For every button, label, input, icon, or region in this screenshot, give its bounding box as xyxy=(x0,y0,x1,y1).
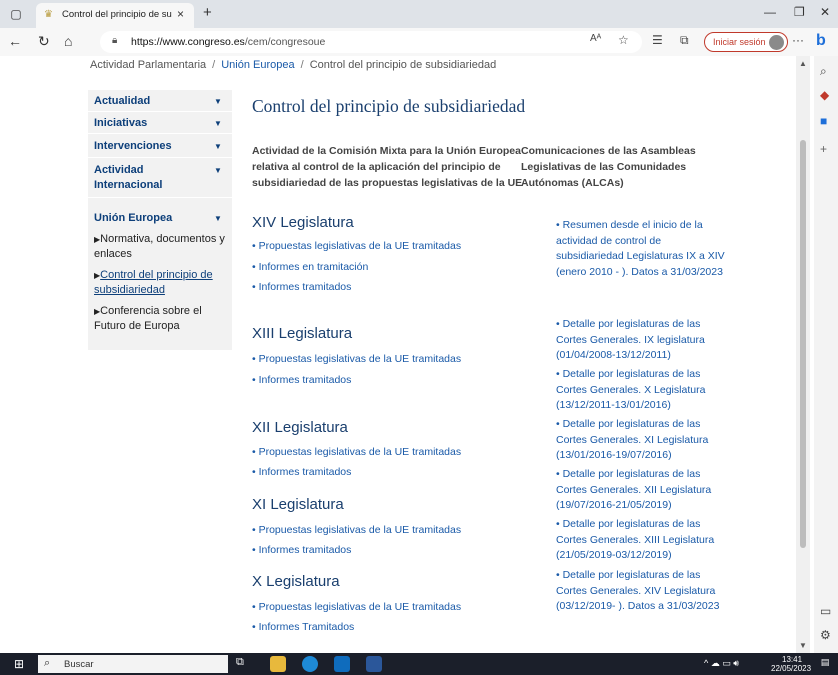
alca-link[interactable]: • Detalle por legislaturas de las Cortes… xyxy=(556,367,726,414)
legislatura-heading: XI Legislatura xyxy=(252,496,344,513)
outlook-icon[interactable]: ■ xyxy=(820,114,827,128)
nav-item-actividad-internacional[interactable]: Actividad Internacional ▼ xyxy=(88,158,232,198)
sidebar-layout-icon[interactable]: ▭ xyxy=(820,604,831,618)
legislatura-link[interactable]: • Informes en tramitación xyxy=(252,261,368,273)
taskbar-search[interactable]: ⌕ Buscar xyxy=(38,655,228,673)
alca-link[interactable]: • Detalle por legislaturas de las Cortes… xyxy=(556,417,726,464)
minimize-icon[interactable]: — xyxy=(764,5,776,19)
nav-item-intervenciones[interactable]: Intervenciones ▼ xyxy=(88,134,232,158)
favorite-star-icon[interactable]: ☆ xyxy=(618,33,629,47)
legislatura-heading: X Legislatura xyxy=(252,573,340,590)
edge-icon[interactable] xyxy=(302,656,318,672)
legislatura-heading: XIV Legislatura xyxy=(252,214,354,231)
legislatura-link[interactable]: • Informes tramitados xyxy=(252,544,351,556)
clock-date[interactable]: 22/05/2023 xyxy=(771,664,811,673)
scroll-down-icon[interactable]: ▼ xyxy=(799,641,807,650)
alcas-heading: Comunicaciones de las Asambleas Legislat… xyxy=(521,145,696,189)
legislatura-link[interactable]: • Propuestas legislativas de la UE trami… xyxy=(252,240,461,252)
congreso-favicon-icon: ♛ xyxy=(44,9,53,20)
breadcrumb: Actividad Parlamentaria / Unión Europea / Co… xyxy=(90,59,497,71)
window-close-icon[interactable]: ✕ xyxy=(820,5,830,19)
search-icon[interactable]: ⌕ xyxy=(820,64,827,79)
sign-in-button[interactable]: Iniciar sesión xyxy=(704,32,788,52)
windows-start-icon[interactable]: ⊞ xyxy=(14,657,24,671)
nav-item-iniciativas[interactable]: Iniciativas ▼ xyxy=(88,112,232,134)
tab-close-button[interactable]: × xyxy=(177,7,184,21)
word-icon[interactable] xyxy=(366,656,382,672)
alca-link[interactable]: • Resumen desde el inicio de la activida… xyxy=(556,218,726,280)
alca-link[interactable]: • Detalle por legislaturas de las Cortes… xyxy=(556,568,726,615)
breadcrumb-current: Control del principio de subsidiariedad xyxy=(309,59,497,71)
subnav-item-subsidiariedad[interactable]: ▶Control del principio de subsidiariedad xyxy=(94,268,228,298)
legislatura-heading: XIII Legislatura xyxy=(252,325,353,342)
browser-tab[interactable]: ♛ Control del principio de subsidia × xyxy=(36,3,194,28)
restore-icon[interactable]: ❐ xyxy=(794,5,805,19)
legislatura-link[interactable]: • Informes tramitados xyxy=(252,466,351,478)
legislatura-link[interactable]: • Propuestas legislativas de la UE trami… xyxy=(252,446,461,458)
windows-taskbar: ⊞ ⌕ Buscar ⧉ ^ ☁ ▭ 🔊︎ 13:41 22/05/2023 ▤ xyxy=(0,653,838,675)
system-tray[interactable]: ^ ☁ ▭ 🔊︎ xyxy=(704,658,739,669)
profile-avatar xyxy=(769,35,784,50)
nav-item-actualidad[interactable]: Actualidad ▼ xyxy=(88,90,232,112)
gear-icon[interactable]: ⚙ xyxy=(820,628,831,642)
collections-icon[interactable]: ⧉ xyxy=(680,33,689,48)
breadcrumb-root[interactable]: Actividad Parlamentaria xyxy=(90,59,206,71)
section-nav: Actualidad ▼ Iniciativas ▼ Intervencione… xyxy=(88,90,232,350)
tab-actions-icon[interactable]: ▢ xyxy=(8,6,24,22)
notification-icon[interactable]: ▤ xyxy=(818,657,832,671)
legislatura-link[interactable]: • Propuestas legislativas de la UE trami… xyxy=(252,353,461,365)
task-view-icon[interactable]: ⧉ xyxy=(236,656,252,672)
legislatura-link[interactable]: • Propuestas legislativas de la UE trami… xyxy=(252,601,461,613)
chevron-down-icon[interactable]: ▼ xyxy=(214,214,222,223)
page-title: Control del principio de subsidiariedad xyxy=(252,96,526,116)
new-tab-button[interactable]: + xyxy=(203,4,212,21)
scroll-up-icon[interactable]: ▲ xyxy=(799,59,807,68)
bing-icon[interactable]: b xyxy=(816,32,834,52)
refresh-icon[interactable]: ↻ xyxy=(38,33,50,49)
favorites-list-icon[interactable]: ☰ xyxy=(652,33,663,47)
chevron-down-icon: ▼ xyxy=(214,119,222,128)
legislatura-link[interactable]: • Informes tramitados xyxy=(252,281,351,293)
alca-link[interactable]: • Detalle por legislaturas de las Cortes… xyxy=(556,317,726,364)
nav-item-union-europea: Unión Europea ▼ ▶Normativa, documentos y… xyxy=(88,198,232,350)
address-bar[interactable]: 🔒︎ https://www.congreso.es/cem/congresou… xyxy=(100,31,642,53)
page-scrollbar[interactable]: ▲ ▼ xyxy=(796,56,810,653)
edge-sidebar: ⌕ ◆ ■ + ▭ ⚙ xyxy=(814,56,838,653)
outlook-icon[interactable] xyxy=(334,656,350,672)
add-tool-icon[interactable]: + xyxy=(820,142,827,156)
legislatura-heading: XII Legislatura xyxy=(252,419,348,436)
alca-link[interactable]: • Detalle por legislaturas de las Cortes… xyxy=(556,467,726,514)
chevron-down-icon: ▼ xyxy=(214,166,222,175)
read-aloud-icon[interactable]: Aᴬ xyxy=(590,33,601,44)
search-icon: ⌕ xyxy=(44,657,51,669)
subnav-item-normativa[interactable]: ▶Normativa, documentos y enlaces xyxy=(94,232,228,262)
legislatura-link[interactable]: • Informes tramitados xyxy=(252,374,351,386)
chevron-down-icon: ▼ xyxy=(214,97,222,106)
file-explorer-icon[interactable] xyxy=(270,656,286,672)
clock-time[interactable]: 13:41 xyxy=(782,655,802,664)
legislatura-link[interactable]: • Propuestas legislativas de la UE trami… xyxy=(252,524,461,536)
scroll-thumb[interactable] xyxy=(800,140,806,548)
comision-mixta-heading: Actividad de la Comisión Mixta para la U… xyxy=(252,145,523,189)
subnav-item-conferencia[interactable]: ▶Conferencia sobre el Futuro de Europa xyxy=(94,304,228,334)
home-icon[interactable]: ⌂ xyxy=(64,33,72,49)
back-icon[interactable]: ← xyxy=(8,33,22,49)
settings-menu-icon[interactable]: ··· xyxy=(792,33,804,47)
lock-icon: 🔒︎ xyxy=(112,35,118,46)
shopping-icon[interactable]: ◆ xyxy=(820,88,829,102)
title-bar: ▢ ♛ Control del principio de subsidia × … xyxy=(0,0,838,28)
url-text[interactable]: https://www.congreso.es/cem/congresoue xyxy=(131,36,325,48)
alca-link[interactable]: • Detalle por legislaturas de las Cortes… xyxy=(556,517,726,564)
legislatura-link[interactable]: • Informes Tramitados xyxy=(252,621,354,633)
tab-title: Control del principio de subsidia xyxy=(62,9,172,20)
breadcrumb-parent[interactable]: Unión Europea xyxy=(221,59,294,71)
chevron-down-icon: ▼ xyxy=(214,142,222,151)
